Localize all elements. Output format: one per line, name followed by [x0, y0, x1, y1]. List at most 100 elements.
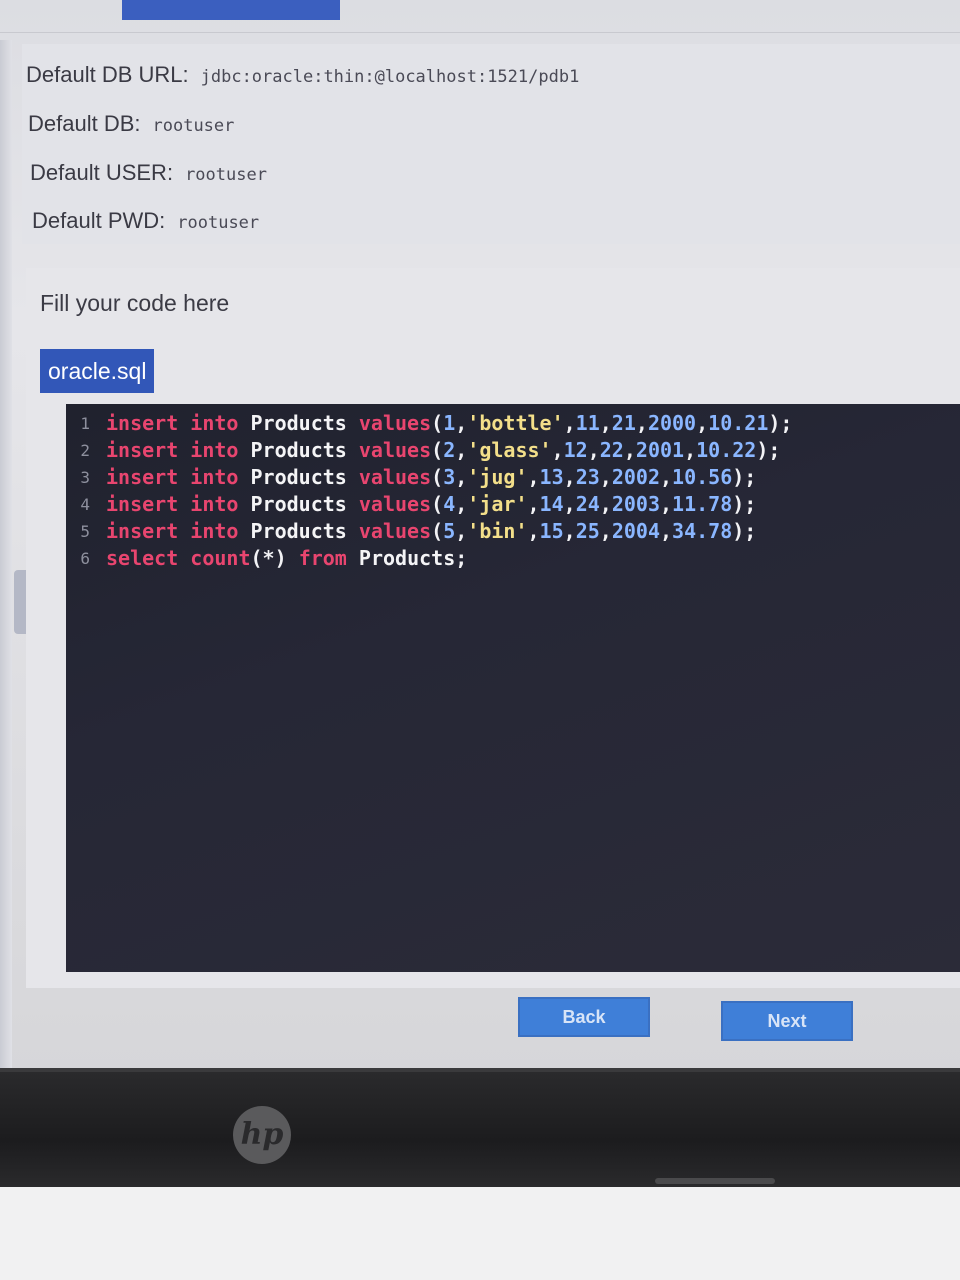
desk-surface [0, 1187, 960, 1280]
code-token: into [190, 438, 239, 462]
code-token: , [599, 492, 612, 516]
screen: Default DB URL: jdbc:oracle:thin:@localh… [0, 0, 960, 1085]
code-token: 14 [539, 492, 564, 516]
code-token: , [660, 492, 673, 516]
code-token: values [358, 465, 432, 489]
next-button[interactable]: Next [721, 1001, 853, 1041]
code-token: ); [732, 519, 757, 543]
db-name-value: rootuser [152, 116, 235, 136]
code-token: , [551, 438, 564, 462]
code-token: ); [732, 492, 757, 516]
code-token: insert [106, 492, 179, 516]
code-token: 'jar' [467, 492, 528, 516]
db-pwd-row: Default PWD: rootuser [32, 208, 259, 234]
code-token: select [106, 546, 179, 570]
code-token: , [563, 492, 576, 516]
code-token: ( [431, 465, 444, 489]
code-token: ( [431, 438, 444, 462]
code-token: values [358, 438, 432, 462]
code-token: 2 [443, 438, 456, 462]
code-line[interactable]: insert into Products values(2,'glass',12… [106, 437, 792, 464]
code-token: 21 [611, 411, 636, 435]
db-config-panel: Default DB URL: jdbc:oracle:thin:@localh… [22, 44, 960, 244]
code-token: , [563, 519, 576, 543]
code-token: 'glass' [467, 438, 552, 462]
code-token: , [455, 492, 468, 516]
code-token: insert [106, 465, 179, 489]
file-tab-oracle-sql[interactable]: oracle.sql [40, 349, 155, 393]
code-token: ; [455, 546, 468, 570]
code-token: 15 [539, 519, 564, 543]
code-token: 'jug' [467, 465, 528, 489]
code-token: into [190, 465, 239, 489]
line-number: 2 [80, 441, 90, 460]
code-token: values [358, 411, 432, 435]
code-line[interactable]: select count(*) from Products; [106, 545, 792, 572]
back-button[interactable]: Back [518, 997, 650, 1037]
code-token: 2000 [647, 411, 697, 435]
code-line[interactable]: insert into Products values(4,'jar',14,2… [106, 491, 792, 518]
code-token: 22 [599, 438, 624, 462]
code-token: (*) [250, 546, 287, 570]
code-line[interactable]: insert into Products values(5,'bin',15,2… [106, 518, 792, 545]
code-token: ( [431, 411, 444, 435]
code-token: from [298, 546, 347, 570]
code-token: 11.78 [672, 492, 733, 516]
code-token: , [587, 438, 600, 462]
code-token: 13 [539, 465, 564, 489]
code-token: ); [732, 465, 757, 489]
code-token: , [527, 519, 540, 543]
code-token: 10.56 [672, 465, 733, 489]
left-scroll-rail [0, 40, 12, 1085]
code-token: 2004 [611, 519, 660, 543]
db-name-label: Default DB: [28, 111, 141, 136]
code-token: 11 [575, 411, 600, 435]
code-token: ); [768, 411, 793, 435]
code-line[interactable]: insert into Products values(1,'bottle',1… [106, 410, 792, 437]
code-token: values [358, 519, 432, 543]
code-token: , [455, 411, 468, 435]
db-url-value: jdbc:oracle:thin:@localhost:1521/pdb1 [200, 67, 580, 87]
code-token: insert [106, 519, 179, 543]
code-token: , [623, 438, 636, 462]
code-token: into [190, 519, 239, 543]
line-number: 4 [80, 495, 90, 514]
code-token: count [190, 546, 251, 570]
code-token: 12 [563, 438, 588, 462]
code-editor[interactable]: 123456 insert into Products values(1,'bo… [66, 404, 960, 972]
code-token: 3 [443, 465, 456, 489]
code-token: , [660, 465, 673, 489]
code-token: 2003 [611, 492, 660, 516]
line-number-gutter: 1 2 3 4 5 6 [66, 410, 96, 572]
code-token: 2001 [635, 438, 685, 462]
code-line[interactable]: insert into Products values(3,'jug',13,2… [106, 464, 792, 491]
code-token: 5 [443, 519, 456, 543]
code-token: , [563, 465, 576, 489]
db-url-row: Default DB URL: jdbc:oracle:thin:@localh… [26, 62, 579, 88]
code-token: values [358, 492, 432, 516]
code-token: , [635, 411, 648, 435]
header-accent-bar [122, 0, 340, 20]
code-token: , [599, 465, 612, 489]
code-token: 4 [443, 492, 456, 516]
code-token: 34.78 [672, 519, 733, 543]
code-lines[interactable]: insert into Products values(1,'bottle',1… [106, 410, 792, 572]
code-token: 24 [575, 492, 600, 516]
code-token: , [455, 438, 468, 462]
code-token: Products [250, 492, 347, 516]
bezel-strip [655, 1178, 775, 1184]
code-token: 10.22 [696, 438, 757, 462]
